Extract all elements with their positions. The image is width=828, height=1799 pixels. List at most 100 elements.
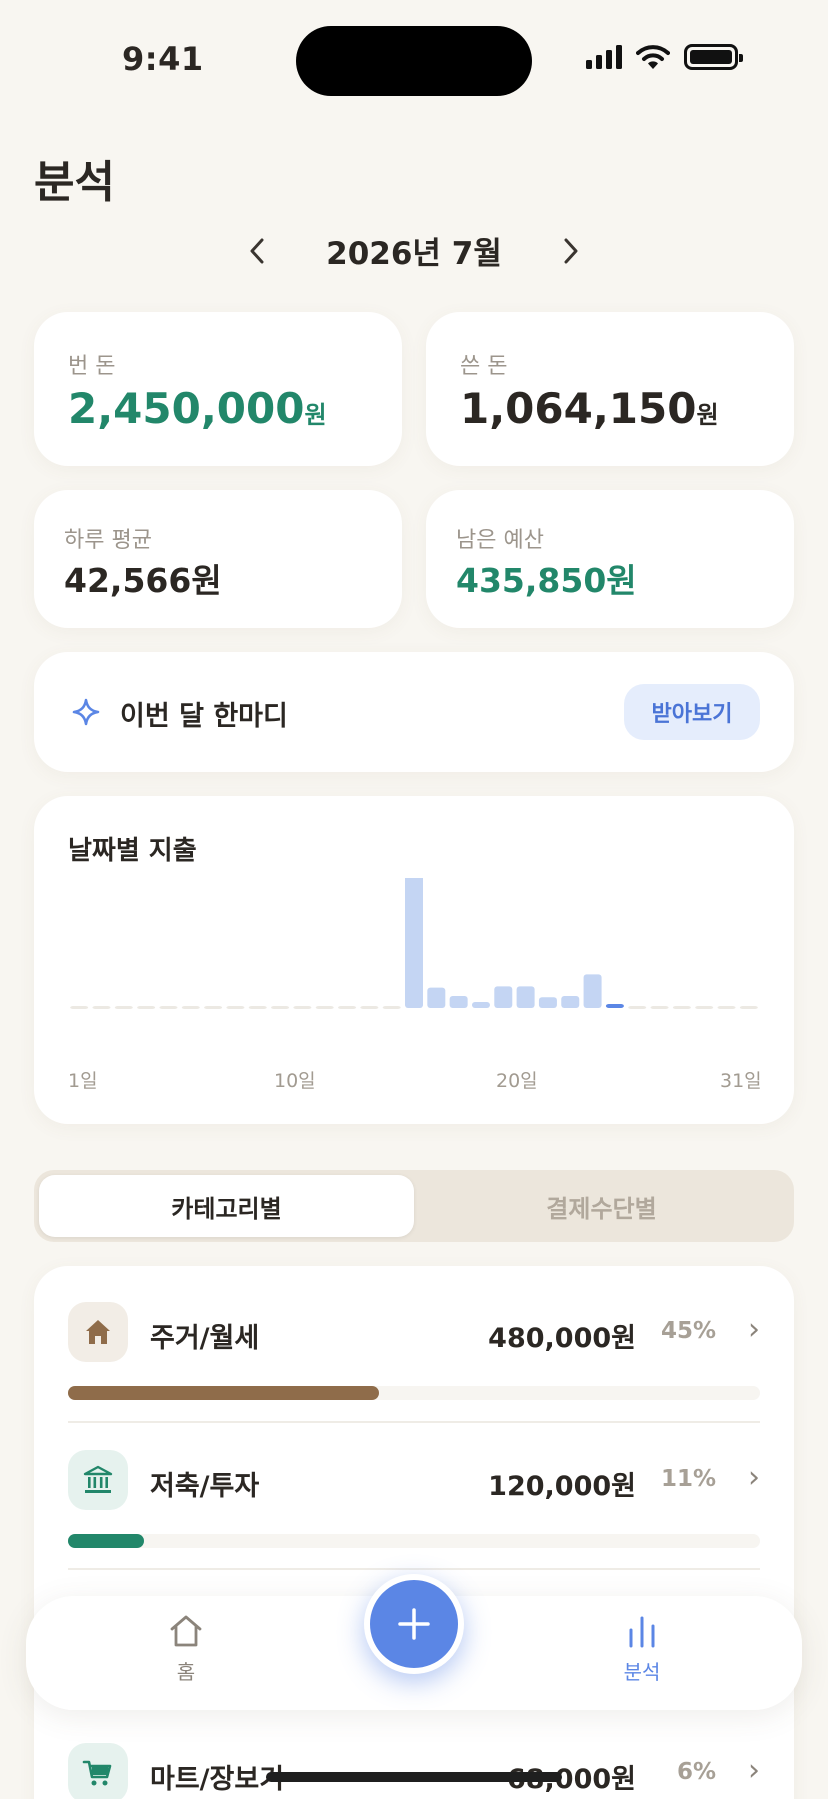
chart-bar-day-11 [293,1006,312,1009]
category-row[interactable]: 마트/장보기 68,000원 6% › [68,1743,760,1799]
plus-icon [398,1608,430,1640]
chart-bar-day-4 [137,1006,156,1009]
chart-bar-day-5 [159,1006,178,1009]
x-tick-1: 1일 [68,1070,98,1092]
chart-bar-day-14 [360,1006,379,1009]
expense-card: 쓴 돈 1,064,150원 [426,312,794,466]
status-icons [586,44,743,70]
chart-bar-day-27 [650,1006,669,1009]
bar-chart-icon [629,1616,655,1648]
sparkle-icon [72,698,100,726]
month-label: 2026년 7월 [326,236,502,272]
x-tick-10: 10일 [274,1070,316,1092]
monthly-comment-label: 이번 달 한마디 [120,701,288,732]
tab-home-label: 홈 [176,1660,196,1684]
category-percent: 6% [676,1759,716,1785]
cart-icon [68,1743,128,1799]
row-divider [68,1568,760,1570]
breakdown-segmented-control: 카테고리별 결제수단별 [34,1170,794,1242]
chart-title: 날짜별 지출 [68,836,197,866]
chart-bar-day-23 [561,996,580,1008]
category-row[interactable]: 저축/투자 120,000원 11% › [68,1450,760,1550]
category-progress-fill [68,1534,145,1548]
chart-bar-day-21 [516,986,535,1008]
category-percent: 11% [660,1466,716,1492]
dynamic-island [296,26,532,96]
month-navigator: 2026년 7월 [0,228,828,273]
home-icon [170,1615,202,1647]
category-progress-track [68,1534,760,1548]
wifi-icon [636,45,670,69]
chart-bar-day-26 [628,1006,647,1009]
chart-bar-day-6 [181,1006,200,1009]
get-comment-button[interactable]: 받아보기 [624,684,760,740]
expense-label: 쓴 돈 [460,354,508,379]
tab-by-payment-method[interactable]: 결제수단별 [414,1175,789,1237]
chart-bar-day-19 [471,1002,490,1008]
chart-bar-day-16 [405,878,423,1008]
daily-average-value: 42,566원 [64,561,222,600]
chart-bar-day-13 [338,1006,357,1009]
tab-by-category[interactable]: 카테고리별 [39,1175,414,1237]
chart-bar-day-9 [248,1006,267,1009]
chart-bar-day-2 [92,1006,111,1009]
x-tick-20: 20일 [496,1070,538,1092]
tab-analysis[interactable]: 분석 [582,1614,702,1685]
daily-average-label: 하루 평균 [64,528,152,553]
remaining-budget-label: 남은 예산 [456,528,544,553]
remaining-budget-value: 435,850원 [456,561,637,600]
tab-home[interactable]: 홈 [126,1614,246,1685]
chart-bar-day-25 [605,1004,624,1008]
chart-bar-day-1 [70,1006,89,1009]
battery-icon [684,44,743,70]
chevron-right-icon: › [748,1460,760,1495]
chart-bar-day-20 [494,986,513,1008]
status-time: 9:41 [122,40,204,78]
chart-bar-day-10 [271,1006,290,1009]
expense-value: 1,064,150원 [460,384,719,433]
category-amount: 120,000원 [488,1471,636,1502]
row-divider [68,1421,760,1423]
chart-bar-day-17 [427,987,446,1008]
chart-bar-day-24 [583,974,602,1008]
x-tick-31: 31일 [720,1070,762,1092]
chart-bar-day-22 [538,997,557,1008]
daily-spending-chart [70,878,758,1009]
bank-icon [68,1450,128,1510]
daily-average-card: 하루 평균 42,566원 [34,490,402,628]
income-label: 번 돈 [68,354,116,379]
home-indicator [266,1772,562,1782]
category-name: 마트/장보기 [150,1764,285,1795]
remaining-budget-card: 남은 예산 435,850원 [426,490,794,628]
category-progress-fill [68,1386,380,1400]
house-icon [68,1302,128,1362]
category-name: 저축/투자 [150,1471,260,1502]
chart-bar-day-29 [695,1006,714,1009]
chevron-right-icon: › [748,1312,760,1347]
add-transaction-button[interactable] [364,1574,464,1674]
chart-bar-day-31 [739,1006,758,1009]
category-progress-track [68,1386,760,1400]
category-amount: 480,000원 [488,1323,636,1354]
chart-bar-day-15 [382,1006,401,1009]
chart-bar-day-7 [204,1006,223,1009]
category-percent: 45% [660,1318,716,1344]
daily-spending-chart-card: 날짜별 지출 1일 10일 20일 31일 [34,796,794,1124]
income-value: 2,450,000원 [68,384,327,433]
category-row[interactable]: 주거/월세 480,000원 45% › [68,1302,760,1402]
chart-bar-day-18 [449,996,468,1008]
chevron-right-icon: › [748,1753,760,1788]
monthly-comment-card: 이번 달 한마디 받아보기 [34,652,794,772]
income-card: 번 돈 2,450,000원 [34,312,402,466]
chart-bar-day-30 [717,1006,736,1009]
category-name: 주거/월세 [150,1323,260,1354]
chevron-left-icon[interactable] [246,236,268,266]
chart-bar-day-8 [226,1006,245,1009]
chart-bar-day-28 [672,1006,691,1009]
chart-bar-day-12 [315,1006,334,1009]
page-title: 분석 [34,157,115,208]
chevron-right-icon[interactable] [560,236,582,266]
chart-bar-day-3 [114,1006,133,1009]
tab-analysis-label: 분석 [623,1660,661,1684]
signal-icon [586,45,622,69]
